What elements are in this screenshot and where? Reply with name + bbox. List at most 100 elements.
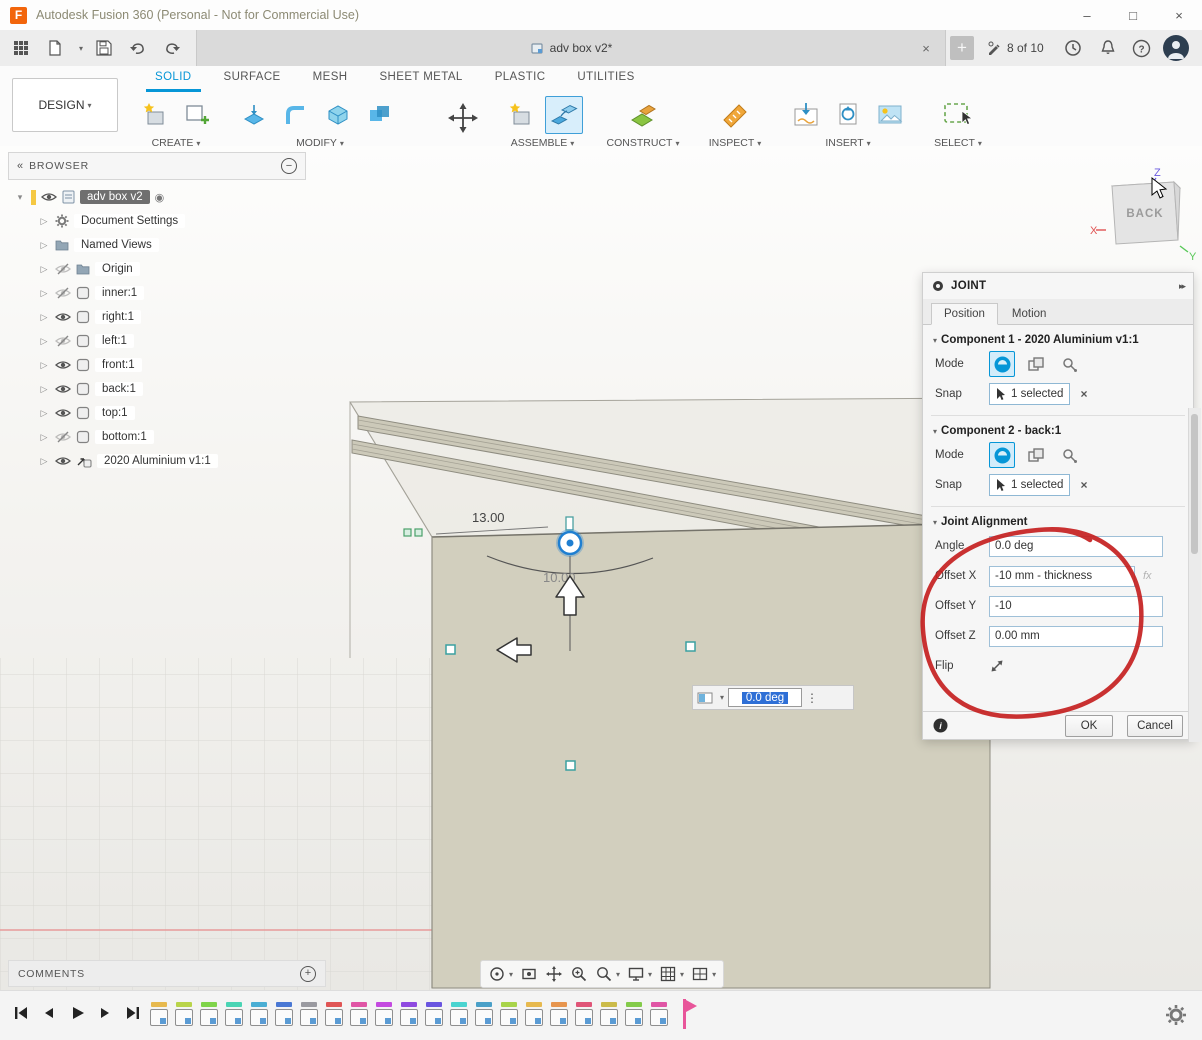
expanded-arrow-icon[interactable]: ▾: [14, 192, 26, 203]
expand-arrow-icon[interactable]: ▷: [38, 384, 50, 395]
timeline-marker[interactable]: [521, 1002, 546, 1026]
step-back-icon[interactable]: [38, 1002, 60, 1024]
component2-snap-selection[interactable]: 1 selected: [989, 474, 1070, 496]
job-status-icon[interactable]: [1060, 35, 1086, 61]
tab-solid[interactable]: SOLID: [146, 66, 201, 92]
new-component-icon[interactable]: [503, 97, 539, 133]
component1-header[interactable]: ▾Component 1 - 2020 Aluminium v1:1: [933, 334, 1193, 346]
document-tab[interactable]: adv box v2* ×: [196, 30, 946, 66]
offset-x-field[interactable]: [989, 566, 1135, 587]
expand-arrow-icon[interactable]: ▷: [38, 312, 50, 323]
timeline-marker[interactable]: [496, 1002, 521, 1026]
visibility-eye-icon[interactable]: [55, 359, 71, 371]
flip-icon[interactable]: [989, 658, 1005, 674]
measure-icon[interactable]: [717, 97, 753, 133]
timeline-marker[interactable]: [371, 1002, 396, 1026]
clear-selection-icon[interactable]: ×: [1080, 478, 1087, 492]
browser-row-front[interactable]: ▷ front:1: [8, 353, 306, 377]
tab-utilities[interactable]: UTILITIES: [568, 66, 643, 92]
visibility-eye-icon[interactable]: [41, 191, 57, 203]
canvas-icon[interactable]: [872, 97, 908, 133]
tab-position[interactable]: Position: [931, 303, 998, 325]
combine-icon[interactable]: [362, 97, 398, 133]
visibility-eye-icon[interactable]: [55, 335, 71, 347]
timeline-marker[interactable]: [346, 1002, 371, 1026]
visibility-eye-icon[interactable]: [55, 311, 71, 323]
browser-row-bottom[interactable]: ▷ bottom:1: [8, 425, 306, 449]
grid-settings-icon[interactable]: ▾: [657, 965, 686, 983]
browser-item-label[interactable]: Document Settings: [74, 214, 185, 228]
mode-motion-icon[interactable]: [1057, 443, 1081, 467]
add-comment-icon[interactable]: +: [300, 966, 316, 982]
timeline-marker[interactable]: [221, 1002, 246, 1026]
mode-simple-icon[interactable]: [989, 442, 1015, 468]
manipulator-display-icon[interactable]: [697, 692, 713, 704]
timeline-marker[interactable]: [246, 1002, 271, 1026]
browser-item-label[interactable]: back:1: [95, 382, 143, 396]
pan-icon[interactable]: [543, 965, 565, 983]
save-icon[interactable]: [91, 35, 117, 61]
chevron-down-icon[interactable]: ▾: [79, 44, 83, 53]
select-tool-icon[interactable]: [940, 97, 976, 133]
browser-display-toggle-icon[interactable]: −: [281, 158, 297, 174]
component1-snap-selection[interactable]: 1 selected: [989, 383, 1070, 405]
dialog-scrollbar[interactable]: [1188, 408, 1201, 742]
expand-arrow-icon[interactable]: ▷: [38, 408, 50, 419]
browser-item-label[interactable]: right:1: [95, 310, 141, 324]
move-copy-icon[interactable]: [445, 100, 481, 136]
scrollbar-thumb[interactable]: [1191, 414, 1198, 554]
insert-svg-icon[interactable]: [788, 97, 824, 133]
browser-row-named-views[interactable]: ▷ Named Views: [8, 233, 306, 257]
expand-arrow-icon[interactable]: ▷: [38, 264, 50, 275]
cancel-button[interactable]: Cancel: [1127, 715, 1183, 737]
back-panel-face[interactable]: [432, 523, 990, 988]
press-pull-icon[interactable]: [236, 97, 272, 133]
timeline-position-marker[interactable]: [680, 999, 698, 1031]
offset-y-field[interactable]: [989, 596, 1163, 617]
joint-alignment-header[interactable]: ▾Joint Alignment: [933, 516, 1193, 528]
mode-between-faces-icon[interactable]: [1024, 443, 1048, 467]
joint-tool-icon[interactable]: [545, 96, 583, 134]
timeline-marker[interactable]: [296, 1002, 321, 1026]
angle-field[interactable]: [989, 536, 1163, 557]
fillet-icon[interactable]: [278, 97, 314, 133]
user-avatar[interactable]: [1163, 35, 1189, 61]
edge-handle[interactable]: [446, 645, 455, 654]
create-sketch-icon[interactable]: [179, 97, 215, 133]
visibility-eye-icon[interactable]: [55, 263, 71, 275]
skip-to-start-icon[interactable]: [10, 1002, 32, 1024]
visibility-eye-icon[interactable]: [55, 287, 71, 299]
timeline-marker[interactable]: [171, 1002, 196, 1026]
dock-panel-icon[interactable]: ▸▸: [1179, 281, 1184, 292]
expand-arrow-icon[interactable]: ▷: [38, 360, 50, 371]
overflow-menu-icon[interactable]: ⋮: [806, 691, 818, 705]
expand-arrow-icon[interactable]: ▷: [38, 216, 50, 227]
help-icon[interactable]: ?: [1128, 35, 1154, 61]
close-button[interactable]: ×: [1156, 1, 1202, 30]
timeline-marker[interactable]: [146, 1002, 171, 1026]
expand-arrow-icon[interactable]: ▷: [38, 456, 50, 467]
timeline-marker[interactable]: [396, 1002, 421, 1026]
chevron-down-icon[interactable]: ▾: [720, 693, 724, 702]
file-menu-icon[interactable]: [42, 35, 68, 61]
offset-z-field[interactable]: [989, 626, 1163, 647]
orbit-icon[interactable]: ▾: [486, 965, 515, 983]
tab-plastic[interactable]: PLASTIC: [486, 66, 555, 92]
timeline-marker[interactable]: [196, 1002, 221, 1026]
browser-row-back[interactable]: ▷ back:1: [8, 377, 306, 401]
expand-arrow-icon[interactable]: ▷: [38, 336, 50, 347]
timeline-marker[interactable]: [621, 1002, 646, 1026]
info-icon[interactable]: i: [933, 718, 948, 733]
construct-plane-icon[interactable]: [625, 97, 661, 133]
tab-surface[interactable]: SURFACE: [215, 66, 290, 92]
expand-arrow-icon[interactable]: ▷: [38, 432, 50, 443]
browser-row-top[interactable]: ▷ top:1: [8, 401, 306, 425]
tab-motion[interactable]: Motion: [1000, 304, 1059, 324]
component2-header[interactable]: ▾Component 2 - back:1: [933, 425, 1193, 437]
browser-item-label[interactable]: Named Views: [74, 238, 159, 252]
timeline-marker[interactable]: [271, 1002, 296, 1026]
browser-row-2020-aluminium[interactable]: ▷ 2020 Aluminium v1:1: [8, 449, 306, 473]
minimize-button[interactable]: –: [1064, 1, 1110, 30]
browser-item-label[interactable]: inner:1: [95, 286, 144, 300]
timeline-marker[interactable]: [421, 1002, 446, 1026]
